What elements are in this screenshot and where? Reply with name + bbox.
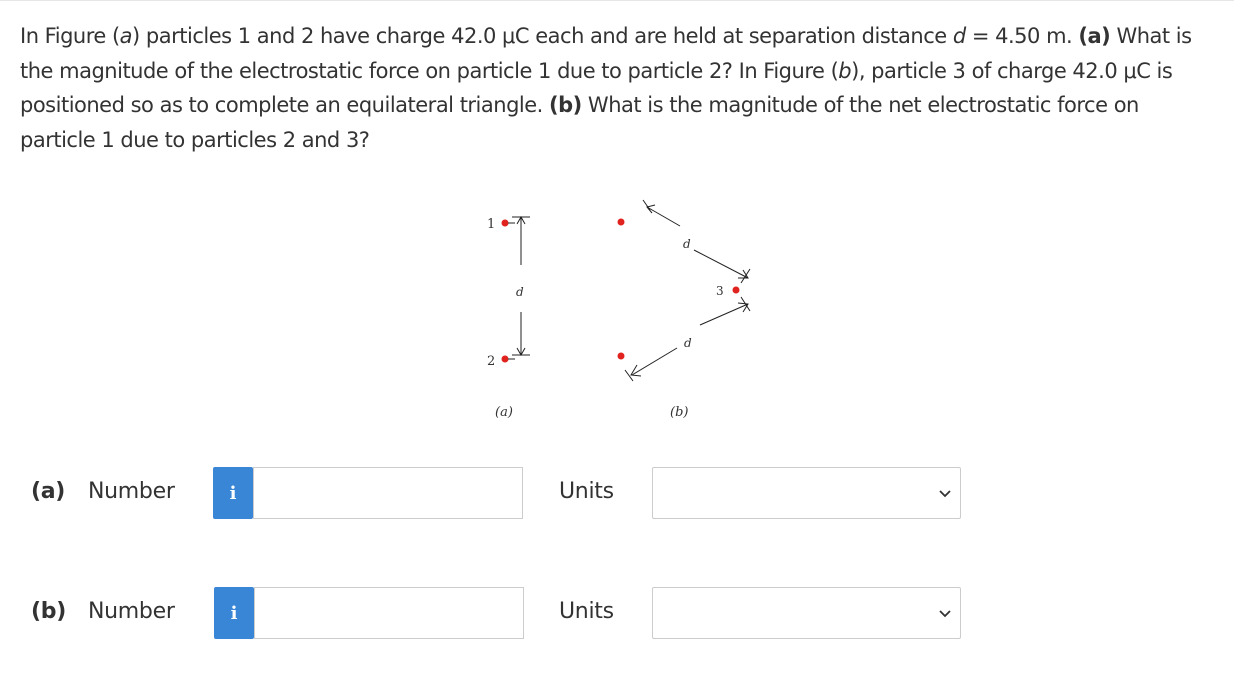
distance-label-d: d xyxy=(683,237,691,251)
info-button[interactable]: i xyxy=(214,587,254,639)
question-part-b-marker: (b) xyxy=(549,93,582,117)
dimension-line-bottom-left xyxy=(631,347,678,376)
question-text-segment: In Figure ( xyxy=(20,24,120,48)
particle-1-charge xyxy=(501,219,509,227)
dimension-tick xyxy=(642,199,651,211)
question-text: In Figure (a) particles 1 and 2 have cha… xyxy=(20,19,1220,157)
units-select-b[interactable] xyxy=(652,587,961,639)
question-text-italic: a xyxy=(119,24,133,48)
dimension-line-top-left xyxy=(646,206,681,227)
question-text-italic: d xyxy=(952,24,966,48)
question-part-a-marker: (a) xyxy=(1078,24,1111,48)
chevron-down-icon xyxy=(939,610,951,618)
question-text-segment: = 4.50 m. xyxy=(965,24,1079,48)
question-text-segment: ) particles 1 and 2 have charge 42.0 μC … xyxy=(132,24,953,48)
figure-a-caption: (a) xyxy=(495,405,513,420)
distance-label-d: d xyxy=(516,285,524,299)
info-icon: i xyxy=(229,482,237,504)
chevron-down-icon xyxy=(939,490,951,498)
part-a-label: (a) xyxy=(31,479,66,504)
number-label: Number xyxy=(88,479,175,504)
question-text-italic: b xyxy=(838,58,852,83)
particle-2-charge xyxy=(501,355,509,363)
number-label: Number xyxy=(88,599,175,624)
distance-label-d: d xyxy=(684,336,692,350)
info-icon: i xyxy=(230,602,238,624)
answer-row-a: (a) Number i Units xyxy=(0,466,1234,520)
dimension-tick xyxy=(740,268,751,284)
figure-a: 1 d 2 (a) xyxy=(487,215,530,420)
dimension-line-bottom-right xyxy=(699,303,749,326)
units-label: Units xyxy=(559,599,614,624)
particle-1-label: 1 xyxy=(487,217,495,232)
particle-3-label: 3 xyxy=(716,284,724,298)
charge-figure: 1 d 2 (a) 3 d d (b) xyxy=(487,199,751,420)
figure-b: 3 d d (b) xyxy=(617,199,751,420)
answer-row-b: (b) Number i Units xyxy=(0,586,1234,640)
dimension-line-top-right xyxy=(693,249,749,279)
number-input-b[interactable] xyxy=(254,587,524,639)
figure-b-caption: (b) xyxy=(670,405,688,420)
units-label: Units xyxy=(559,479,614,504)
top-divider xyxy=(0,0,1234,1)
particle-3-charge xyxy=(732,286,740,294)
particle-2-charge xyxy=(617,352,625,360)
number-input-a[interactable] xyxy=(253,467,523,519)
particle-1-charge xyxy=(617,218,625,226)
particle-2-label: 2 xyxy=(487,354,495,369)
info-button[interactable]: i xyxy=(213,467,253,519)
units-select-a[interactable] xyxy=(652,467,961,519)
part-b-label: (b) xyxy=(31,599,66,624)
